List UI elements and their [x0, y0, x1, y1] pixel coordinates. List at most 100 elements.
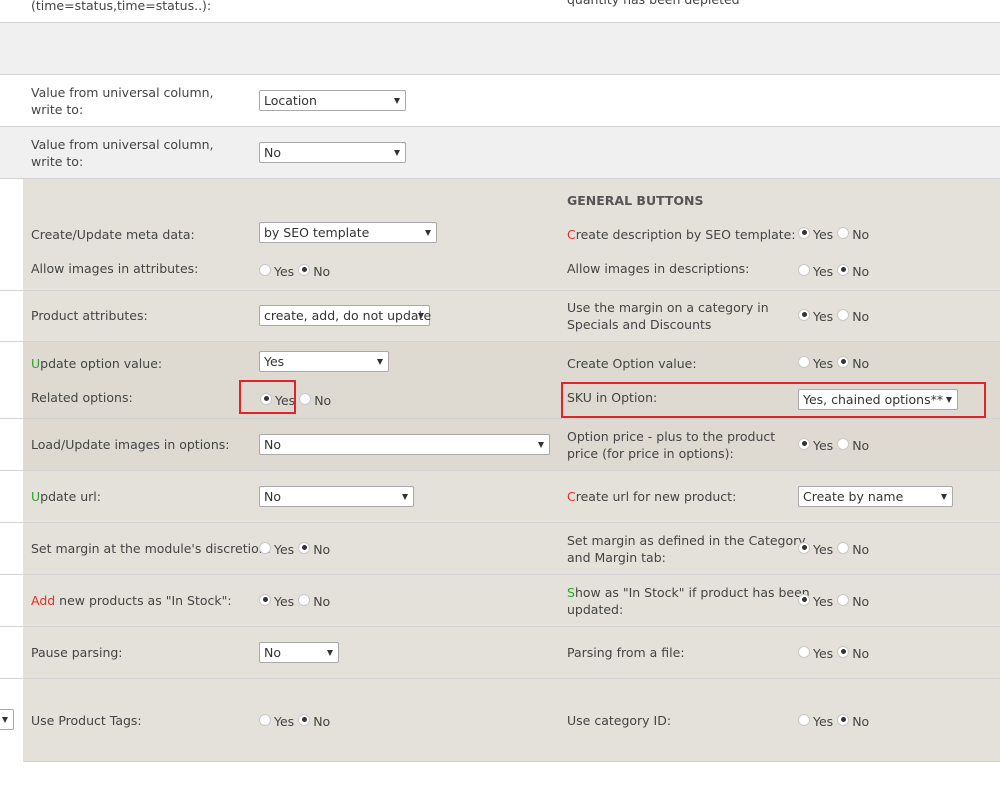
pause-parsing-select[interactable]: No	[259, 642, 339, 663]
set-margin-label: Set margin at the module's discretion:	[31, 541, 271, 556]
meta-data-label: Create/Update meta data:	[31, 227, 195, 242]
pause-parsing-value: No	[264, 645, 281, 660]
allow-images-desc-yes-radio[interactable]	[798, 263, 810, 276]
left-edge-select[interactable]	[0, 709, 14, 730]
chevron-down-icon	[941, 494, 947, 500]
product-tags-yes-label: Yes	[274, 714, 295, 729]
option-price-yes-radio[interactable]	[798, 437, 810, 450]
show-stock-yes-radio[interactable]	[798, 593, 810, 606]
create-option-yes-radio[interactable]	[798, 355, 810, 368]
margin-specials-label-2: Specials and Discounts	[567, 317, 712, 332]
universal-select-1-value: Location	[264, 93, 317, 108]
related-options-label: Related options:	[31, 390, 133, 405]
add-products-yes-radio[interactable]	[259, 593, 271, 606]
parsing-file-radio-group: Yes No	[798, 644, 873, 661]
option-price-radio-group: Yes No	[798, 436, 873, 453]
show-stock-no-radio[interactable]	[837, 593, 850, 606]
margin-specials-no-label: No	[852, 309, 870, 324]
allow-images-desc-radio-group: Yes No	[798, 262, 873, 279]
desc-seo-yes-radio[interactable]	[798, 226, 810, 239]
pause-parsing-label: Pause parsing:	[31, 645, 123, 660]
add-products-label: Add new products as "In Stock":	[31, 592, 232, 609]
parsing-file-label: Parsing from a file:	[567, 645, 685, 660]
top-right-text: quantity has been depleted	[567, 0, 740, 8]
set-margin-yes-label: Yes	[274, 542, 295, 557]
allow-images-attr-label: Allow images in attributes:	[31, 261, 199, 276]
parsing-file-yes-radio[interactable]	[798, 645, 810, 658]
set-margin-radio-group: Yes No	[259, 540, 334, 557]
allow-images-attr-yes-label: Yes	[274, 264, 295, 279]
margin-category-label-2: and Margin tab:	[567, 550, 666, 565]
set-margin-no-radio[interactable]	[298, 541, 311, 554]
related-options-no-radio[interactable]	[299, 392, 312, 405]
grey-separator-band	[0, 23, 1000, 75]
create-option-label: Create Option value:	[567, 356, 697, 371]
sku-option-highlight	[561, 382, 986, 418]
create-url-select[interactable]: Create by name	[798, 486, 953, 507]
margin-specials-no-radio[interactable]	[837, 308, 850, 321]
add-products-no-radio[interactable]	[298, 593, 311, 606]
category-id-no-radio[interactable]	[837, 713, 850, 726]
create-url-label-rest: reate url for new product:	[575, 489, 737, 504]
product-attributes-value: create, add, do not update	[264, 308, 432, 323]
desc-seo-label-first: C	[567, 227, 576, 242]
update-option-value: Yes	[264, 354, 285, 369]
allow-images-attr-yes-radio[interactable]	[259, 263, 271, 276]
margin-category-radio-group: Yes No	[798, 540, 873, 557]
create-option-yes-label: Yes	[813, 356, 834, 371]
chevron-down-icon	[394, 98, 400, 104]
universal-select-2[interactable]: No	[259, 142, 406, 163]
general-buttons-header: GENERAL BUTTONS	[567, 193, 704, 208]
allow-images-attr-radio-group: Yes No	[259, 262, 334, 279]
create-option-no-radio[interactable]	[837, 355, 850, 368]
create-url-value: Create by name	[803, 489, 904, 504]
margin-category-yes-radio[interactable]	[798, 541, 810, 554]
desc-seo-radio-group: Yes No	[798, 225, 873, 242]
chevron-down-icon	[538, 442, 544, 448]
desc-seo-no-radio[interactable]	[837, 226, 850, 239]
margin-category-no-radio[interactable]	[837, 541, 850, 554]
category-id-label: Use category ID:	[567, 713, 672, 728]
desc-seo-no-label: No	[852, 227, 870, 242]
show-stock-radio-group: Yes No	[798, 592, 873, 609]
product-tags-yes-radio[interactable]	[259, 713, 271, 726]
allow-images-desc-yes-label: Yes	[813, 264, 834, 279]
add-products-radio-group: Yes No	[259, 592, 334, 609]
product-tags-radio-group: Yes No	[259, 712, 334, 729]
meta-data-select[interactable]: by SEO template	[259, 222, 437, 243]
show-stock-label-rest: how as "In Stock" if product has been	[574, 585, 810, 600]
set-margin-yes-radio[interactable]	[259, 541, 271, 554]
option-price-no-radio[interactable]	[837, 437, 850, 450]
allow-images-attr-no-label: No	[313, 264, 331, 279]
category-id-radio-group: Yes No	[798, 712, 873, 729]
margin-specials-yes-label: Yes	[813, 309, 834, 324]
update-url-label: Update url:	[31, 488, 101, 505]
chevron-down-icon	[402, 494, 408, 500]
chevron-down-icon	[2, 717, 8, 723]
show-stock-label-1: Show as "In Stock" if product has been	[567, 584, 810, 601]
category-id-yes-radio[interactable]	[798, 713, 810, 726]
product-attributes-select[interactable]: create, add, do not update	[259, 305, 432, 326]
update-url-select[interactable]: No	[259, 486, 414, 507]
product-tags-no-radio[interactable]	[298, 713, 311, 726]
margin-specials-radio-group: Yes No	[798, 307, 873, 324]
parsing-file-no-radio[interactable]	[837, 645, 850, 658]
desc-seo-label: Create description by SEO template:	[567, 226, 796, 243]
product-attributes-label: Product attributes:	[31, 308, 148, 323]
universal-select-1[interactable]: Location	[259, 90, 406, 111]
allow-images-attr-no-radio[interactable]	[298, 263, 311, 276]
allow-images-desc-label: Allow images in descriptions:	[567, 261, 750, 276]
update-option-select[interactable]: Yes	[259, 351, 389, 372]
create-option-radio-group: Yes No	[798, 354, 873, 371]
category-id-no-label: No	[852, 714, 870, 729]
load-images-select[interactable]: No	[259, 434, 550, 455]
product-tags-label: Use Product Tags:	[31, 713, 142, 728]
margin-specials-yes-radio[interactable]	[798, 308, 810, 321]
parsing-file-no-label: No	[852, 646, 870, 661]
chevron-down-icon	[425, 230, 431, 236]
update-option-label-first: U	[31, 356, 41, 371]
show-stock-no-label: No	[852, 594, 870, 609]
universal-select-2-value: No	[264, 145, 281, 160]
allow-images-desc-no-radio[interactable]	[837, 263, 850, 276]
show-stock-label-first: S	[567, 585, 575, 600]
